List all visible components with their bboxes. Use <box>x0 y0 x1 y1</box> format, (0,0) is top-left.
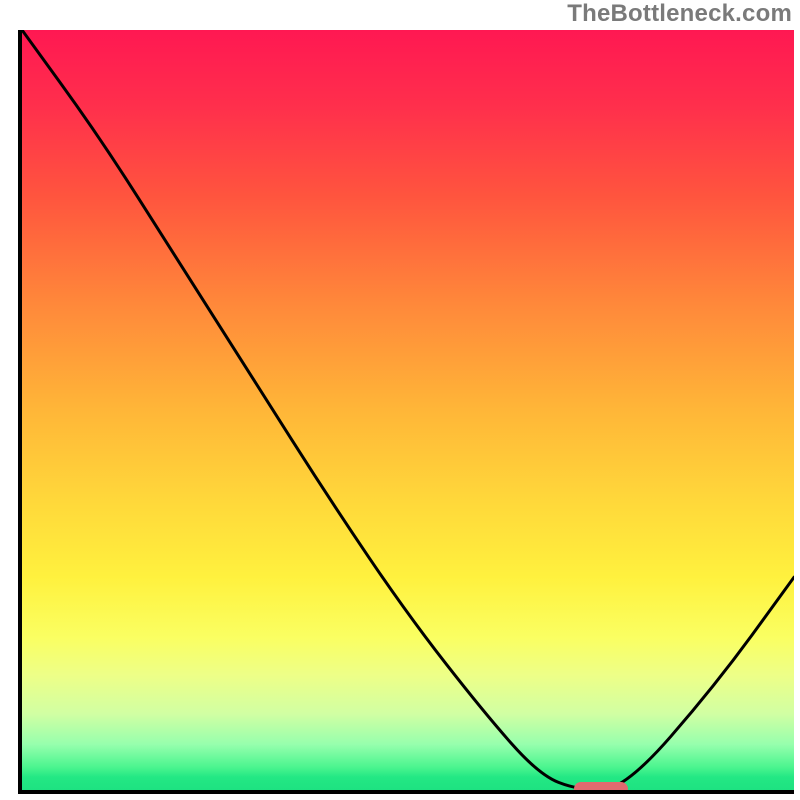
optimal-range-pill <box>574 782 628 794</box>
chart-container: TheBottleneck.com <box>0 0 800 800</box>
watermark-text: TheBottleneck.com <box>567 0 792 28</box>
plot-area <box>18 30 794 794</box>
bottleneck-curve <box>22 30 794 790</box>
curve-path <box>22 30 794 790</box>
